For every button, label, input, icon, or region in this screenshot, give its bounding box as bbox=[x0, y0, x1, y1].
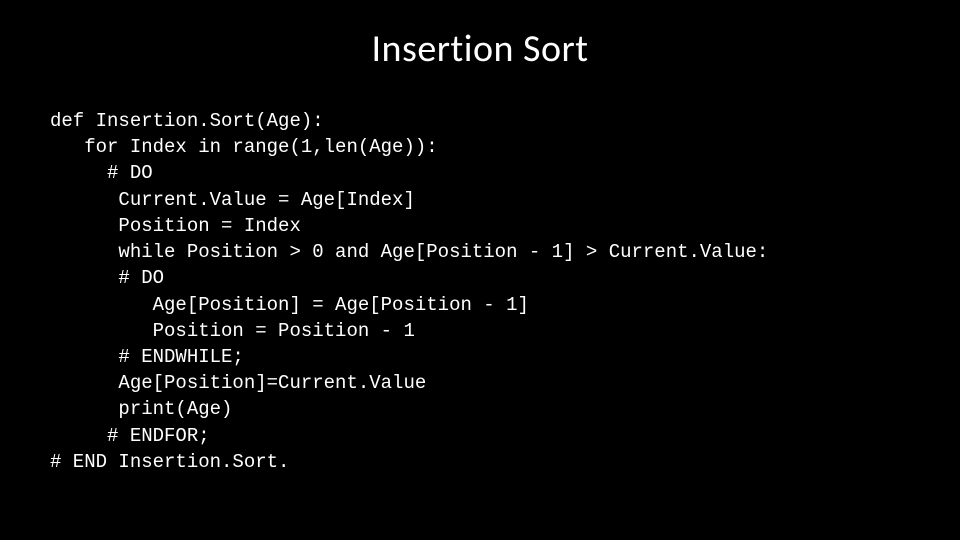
code-block: def Insertion.Sort(Age): for Index in ra… bbox=[50, 108, 910, 475]
page-title: Insertion Sort bbox=[50, 26, 910, 72]
slide: Insertion Sort def Insertion.Sort(Age): … bbox=[0, 0, 960, 540]
